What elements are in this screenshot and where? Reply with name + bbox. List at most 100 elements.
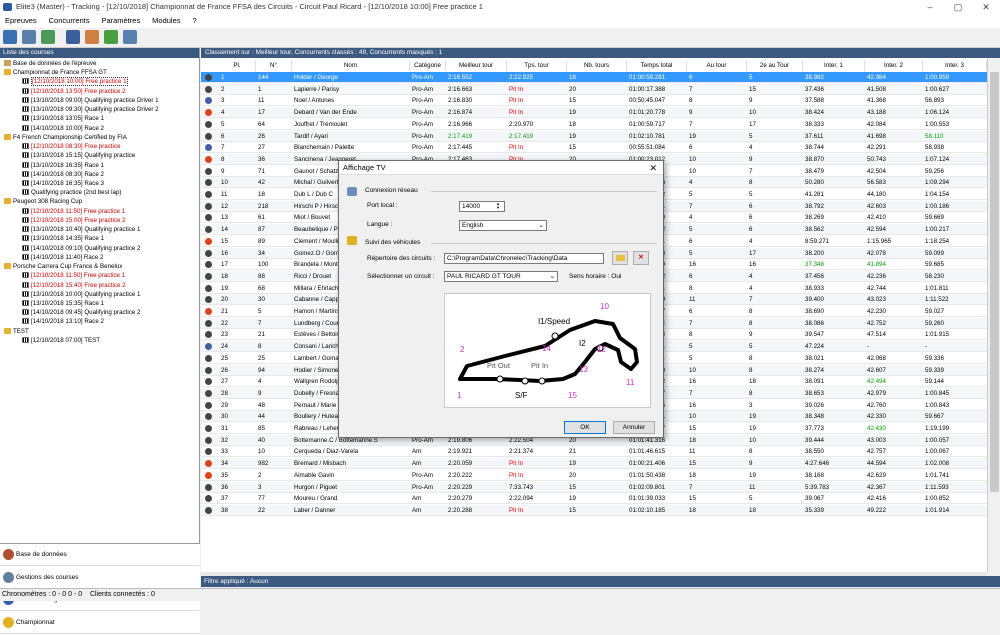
- tree-session[interactable]: [13/10/2018 09:00] Qualifying practice D…: [22, 96, 159, 105]
- tree-session[interactable]: [13/10/2018 14:35] Race 1: [22, 234, 104, 243]
- tree-session[interactable]: [13/10/2018 10:00] Qualifying practice 1: [22, 290, 140, 299]
- pit-status-icon: [205, 237, 212, 245]
- table-cell: 49.222: [867, 506, 886, 514]
- tree-championship[interactable]: Porsche Carrera Cup France & Benelux: [4, 262, 122, 271]
- tree-session[interactable]: [13/10/2018 15:15] Qualifying practice: [22, 151, 135, 160]
- tree-session[interactable]: [12/10/2018 11:50] Free practice 1: [22, 271, 125, 280]
- table-cell: 27: [221, 378, 228, 386]
- tree-session[interactable]: [12/10/2018 13:50] Free practice 2: [22, 87, 126, 96]
- table-cell: 30: [258, 296, 265, 304]
- download-icon[interactable]: [104, 30, 118, 44]
- table-row[interactable]: 37 77 Moureu / Grand Am 2:20.279 2:22.094 19 01…: [201, 493, 987, 505]
- table-row[interactable]: 4 17 Debard / Van der Ende Pro-Am 2:16.874 Pi…: [201, 107, 987, 119]
- tree-championship[interactable]: F4 French Championship Certified by FIA: [4, 133, 127, 142]
- tree-session[interactable]: [12/10/2018 15:40] Free practice 2: [22, 281, 126, 290]
- nav-button[interactable]: Base de données: [0, 544, 199, 566]
- tree-session[interactable]: [14/10/2018 09:45] Qualifying practice 2: [22, 308, 140, 317]
- menu-concurrents[interactable]: Concurrents: [44, 14, 95, 28]
- menu-parametres[interactable]: Paramètres: [96, 14, 145, 28]
- column-header[interactable]: Nb. tours: [567, 61, 627, 71]
- nav-button[interactable]: Championnat: [0, 611, 199, 634]
- port-spinner-icon[interactable]: ▲ ▼: [496, 202, 500, 210]
- table-cell: 58.230: [925, 272, 944, 280]
- tree-session[interactable]: [14/10/2018 16:35] Race 3: [22, 179, 104, 188]
- tree-session[interactable]: [12/10/2018 07:00] TEST: [22, 336, 100, 345]
- tree-session[interactable]: [13/10/2018 15:35] Race 1: [22, 299, 104, 308]
- table-row[interactable]: 38 22 Laber / Danner Am 2:20.288 Pit In 15 01:0…: [201, 504, 987, 516]
- browse-folder-button[interactable]: [612, 251, 628, 265]
- column-header[interactable]: Au tour: [687, 61, 747, 71]
- column-header[interactable]: Pl.: [219, 61, 256, 71]
- tree-session[interactable]: [14/10/2018 09:10] Qualifying practice 2: [22, 244, 140, 253]
- table-row[interactable]: 3 11 Noel / Antunes Pro-Am 2:16.830 Pit In 15 0…: [201, 95, 987, 107]
- table-row[interactable]: 35 2 Aimable Gavin Pro-Am 2:20.222 Pit In 20 01…: [201, 470, 987, 481]
- tree-session[interactable]: [13/10/2018 10:40] Qualifying practice 1: [22, 225, 140, 234]
- network-icon[interactable]: [123, 30, 137, 44]
- language-select[interactable]: English ⌄: [459, 220, 547, 231]
- tree-championship[interactable]: Base de données de l'épreuve: [4, 59, 96, 68]
- menu-epreuves[interactable]: Epreuves: [0, 14, 42, 28]
- check-icon[interactable]: [41, 30, 55, 44]
- tree-session[interactable]: [12/10/2018 11:50] Free practice 1: [22, 207, 125, 216]
- column-header[interactable]: Inter. 2: [865, 61, 923, 71]
- table-cell: 15: [569, 97, 576, 105]
- tree-session[interactable]: [14/10/2018 11:40] Race 2: [22, 253, 103, 262]
- tree-session[interactable]: [13/10/2018 09:30] Qualifying practice D…: [22, 105, 159, 114]
- scroll-thumb[interactable]: [990, 72, 999, 492]
- table-row[interactable]: 2 1 Lapierre / Parisy Pro-Am 2:16.663 Pit In 2…: [201, 83, 987, 95]
- table-row[interactable]: 33 10 Cerqueda / Diaz-Varela Am 2:19.921 2:21…: [201, 446, 987, 458]
- table-row[interactable]: 5 64 Jouffret / Trémoulet Pro-Am 2:16.966 2:2…: [201, 119, 987, 130]
- menu-modules[interactable]: Modules: [147, 14, 185, 28]
- nav-button[interactable]: Gestions des courses: [0, 566, 199, 589]
- tree-session[interactable]: [12/10/2018 08:30] Free practice: [22, 142, 120, 151]
- table-row[interactable]: 34 982 Bremard / Misbach Am 2:20.059 Pit In 19…: [201, 458, 987, 470]
- tree-session[interactable]: [12/10/2018 15:00] Free practice 2: [22, 216, 126, 225]
- tree-session[interactable]: Qualifying practice (2nd best lap): [22, 188, 121, 197]
- tree-session[interactable]: [14/10/2018 13:10] Race 2: [22, 317, 104, 326]
- maximize-button[interactable]: ▢: [948, 0, 968, 14]
- vertical-scrollbar[interactable]: [987, 58, 1000, 572]
- table-row[interactable]: 6 26 Tardif / Ayari Pro-Am 2:17.419 2:17.419 1…: [201, 130, 987, 142]
- delete-button[interactable]: ✕: [633, 251, 649, 265]
- tree-championship[interactable]: TEST: [4, 327, 29, 336]
- dialog-close-button[interactable]: ✕: [649, 161, 657, 175]
- table-row[interactable]: 1 144 Holder / George Pro-Am 2:16.552 2:22.92…: [201, 72, 987, 84]
- table-row[interactable]: 7 27 Blanchemain / Palette Pro-Am 2:17.445 Pi…: [201, 142, 987, 154]
- people-icon[interactable]: [3, 30, 17, 44]
- table-cell: 38.091: [805, 378, 824, 386]
- column-header[interactable]: Nom: [292, 61, 410, 71]
- circuit-select[interactable]: PAUL RICARD GT TOUR ⌄: [444, 271, 558, 282]
- tree-session[interactable]: [13/10/2018 13:05] Race 1: [22, 114, 104, 123]
- column-header[interactable]: N°: [256, 61, 292, 71]
- tree-session[interactable]: [14/10/2018 08:30] Race 2: [22, 170, 104, 179]
- tree-session[interactable]: [13/10/2018 16:35] Race 1: [22, 161, 104, 170]
- tree-championship[interactable]: Championnat de France FFSA GT: [4, 68, 107, 77]
- export-icon[interactable]: [85, 30, 99, 44]
- pit-status-icon: [205, 471, 212, 479]
- database-icon[interactable]: [22, 30, 36, 44]
- column-header[interactable]: Tps. tour: [507, 61, 567, 71]
- cancel-button[interactable]: Annuler: [613, 421, 655, 434]
- minimize-button[interactable]: –: [920, 0, 940, 14]
- tree-label: Porsche Carrera Cup France & Benelux: [13, 263, 123, 271]
- close-window-button[interactable]: ✕: [976, 0, 996, 14]
- tree-session[interactable]: [12/10/2018 10:00] Free practice 1: [22, 77, 128, 87]
- table-cell: Am: [412, 506, 422, 514]
- column-header[interactable]: Inter. 1: [803, 61, 865, 71]
- tree-championship[interactable]: Peugeot 308 Racing Cup: [4, 197, 82, 206]
- menu-help[interactable]: ?: [187, 14, 201, 28]
- save-icon[interactable]: [66, 30, 80, 44]
- turn-label: 13: [579, 365, 588, 374]
- tree-session[interactable]: [14/10/2018 10:00] Race 2: [22, 124, 104, 133]
- ok-button[interactable]: OK: [564, 421, 606, 434]
- circuits-dir-input[interactable]: C:\ProgramData\Chronelec\Tracking\Data: [444, 253, 604, 264]
- column-header[interactable]: Inter. 3: [923, 61, 987, 71]
- table-cell: 42.752: [867, 319, 886, 327]
- table-cell: 37.348: [805, 261, 824, 269]
- column-header[interactable]: Catégorie: [410, 61, 446, 71]
- column-header[interactable]: Temps total: [627, 61, 687, 71]
- column-header[interactable]: Meilleur tour: [446, 61, 507, 71]
- column-header[interactable]: 2e au Tour: [747, 61, 803, 71]
- table-cell: 35.339: [805, 506, 824, 514]
- table-row[interactable]: 36 3 Hurgon / Piguet Pro-Am 2:20.229 7:33.743…: [201, 481, 987, 493]
